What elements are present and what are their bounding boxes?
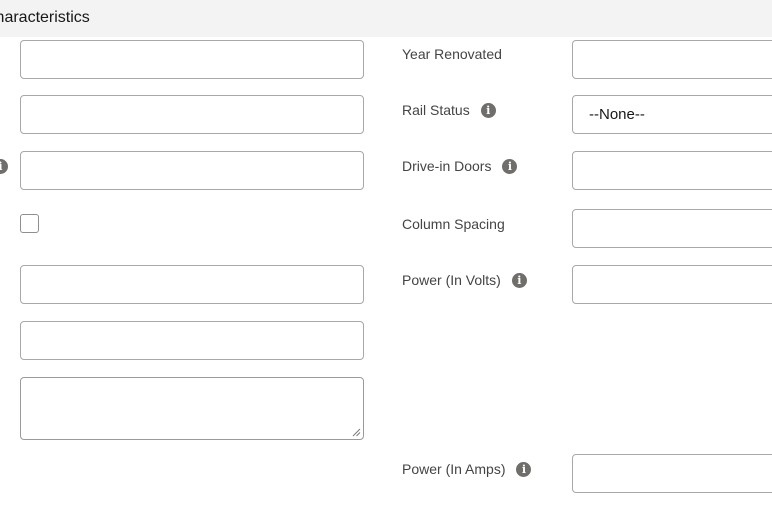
- column-spacing-label: Column Spacing: [402, 216, 505, 232]
- power-amps-label: Power (In Amps) i: [402, 461, 532, 477]
- column-spacing-text: Column Spacing: [402, 216, 505, 232]
- info-icon[interactable]: i: [480, 102, 496, 118]
- left-input-3[interactable]: [20, 151, 364, 190]
- left-input-1[interactable]: [20, 40, 364, 79]
- info-icon[interactable]: i: [511, 272, 527, 288]
- rail-status-value: --None--: [589, 106, 645, 123]
- power-amps-input[interactable]: [572, 454, 772, 493]
- resize-grip-icon[interactable]: [352, 428, 361, 437]
- info-icon[interactable]: i: [0, 159, 8, 174]
- rail-status-select[interactable]: --None--: [572, 95, 772, 134]
- info-icon[interactable]: i: [516, 461, 532, 477]
- info-icon[interactable]: i: [502, 158, 518, 174]
- left-checkbox[interactable]: [20, 214, 39, 233]
- power-volts-input[interactable]: [572, 265, 772, 304]
- drive-in-doors-text: Drive-in Doors: [402, 158, 492, 174]
- left-input-2[interactable]: [20, 95, 364, 134]
- power-volts-text: Power (In Volts): [402, 272, 501, 288]
- year-renovated-input[interactable]: [572, 40, 772, 79]
- left-textarea[interactable]: [20, 377, 364, 440]
- drive-in-doors-label: Drive-in Doors i: [402, 158, 518, 174]
- power-volts-label: Power (In Volts) i: [402, 272, 527, 288]
- year-renovated-text: Year Renovated: [402, 46, 502, 62]
- column-spacing-input[interactable]: [572, 209, 772, 248]
- rail-status-label: Rail Status i: [402, 102, 496, 118]
- drive-in-doors-input[interactable]: [572, 151, 772, 190]
- left-input-5[interactable]: [20, 321, 364, 360]
- left-input-4[interactable]: [20, 265, 364, 304]
- rail-status-text: Rail Status: [402, 102, 470, 118]
- year-renovated-label: Year Renovated: [402, 46, 502, 62]
- power-amps-text: Power (In Amps): [402, 461, 506, 477]
- section-title: Characteristics: [0, 9, 90, 26]
- section-header: Characteristics: [0, 0, 772, 37]
